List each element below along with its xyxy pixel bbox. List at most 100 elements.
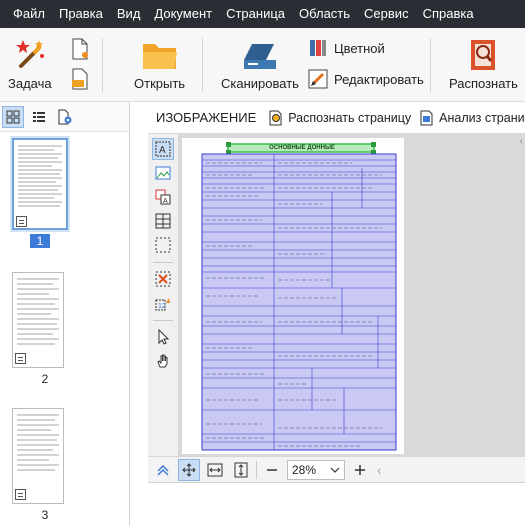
analyze-page-label: Анализ страницы	[439, 110, 525, 125]
edit-image-label: Редактировать	[334, 71, 424, 87]
page-thumbnail[interactable]	[12, 408, 64, 504]
fit-height-button[interactable]	[230, 459, 252, 481]
zoom-select[interactable]: 28%	[287, 459, 345, 480]
hand-icon	[157, 354, 168, 368]
tools-separator	[153, 262, 173, 263]
menu-tools[interactable]: Сервис	[357, 0, 416, 28]
picture-area-icon	[155, 166, 171, 180]
barcode-area-tool[interactable]	[152, 234, 174, 256]
new-document-button[interactable]	[70, 38, 90, 60]
scan-label: Сканировать	[221, 76, 299, 91]
zoom-separator	[256, 460, 257, 479]
image-panel-title: ИЗОБРАЖЕНИЕ	[156, 110, 257, 125]
menu-edit[interactable]: Правка	[52, 0, 110, 28]
delete-area-tool[interactable]	[152, 268, 174, 290]
page-thumbnail[interactable]	[12, 272, 64, 368]
open-button[interactable]: Открыть	[134, 38, 185, 91]
collapse-panel-button[interactable]	[152, 459, 174, 481]
recognize-icon	[471, 40, 496, 70]
delete-area-icon	[155, 271, 171, 287]
image-panel-header: ИЗОБРАЖЕНИЕ Распознать страницу Анализ с…	[148, 102, 525, 134]
menu-document[interactable]: Документ	[147, 0, 219, 28]
select-tool[interactable]	[152, 326, 174, 348]
document-heading: ОСНОВНЫЕ ДОННЫЕ	[269, 145, 335, 151]
minus-icon	[267, 468, 277, 471]
edit-image-icon	[308, 69, 328, 89]
page-settings-icon	[58, 109, 72, 124]
page-text-icon	[15, 353, 26, 364]
zoom-in-button[interactable]	[349, 459, 371, 481]
pages-panel-toolbar	[0, 102, 129, 132]
recognize-page-icon	[269, 110, 282, 125]
page-properties-button[interactable]	[54, 106, 76, 128]
menu-view[interactable]: Вид	[110, 0, 148, 28]
background-picture-tool[interactable]: A	[152, 186, 174, 208]
recognize-button[interactable]: Распознать	[449, 38, 518, 91]
order-areas-tool[interactable]: 12	[152, 292, 174, 314]
svg-text:12: 12	[158, 303, 166, 310]
svg-text:A: A	[163, 198, 168, 205]
image-canvas[interactable]: ОСНОВНЫЕ ДОННЫЕ ‹	[178, 134, 525, 456]
toolbar-separator	[202, 38, 203, 92]
scroll-left-icon[interactable]: ‹	[377, 462, 382, 478]
text-area-tool[interactable]: A	[152, 138, 174, 160]
page-text-icon	[16, 216, 27, 227]
document-page-image: ОСНОВНЫЕ ДОННЫЕ	[182, 138, 404, 454]
text-area-icon: A	[155, 141, 171, 157]
edit-image-button[interactable]: Редактировать	[308, 69, 424, 89]
fit-width-icon	[207, 463, 223, 476]
table-area-tool[interactable]	[152, 210, 174, 232]
recognize-page-label: Распознать страницу	[288, 110, 412, 125]
color-mode-button[interactable]: Цветной	[308, 38, 385, 58]
scan-button[interactable]: Сканировать	[221, 38, 299, 91]
tools-separator	[153, 320, 173, 321]
scroll-right-icon[interactable]: ‹	[520, 136, 523, 147]
export-page-icon	[72, 68, 88, 90]
new-page-icon	[72, 38, 88, 60]
task-button[interactable]: Задача	[8, 38, 52, 91]
document-areas	[201, 142, 397, 451]
scanner-icon	[243, 44, 276, 69]
menu-file[interactable]: Файл	[6, 0, 52, 28]
recognize-label: Распознать	[449, 76, 518, 91]
fit-width-button[interactable]	[204, 459, 226, 481]
open-label: Открыть	[134, 76, 186, 91]
page-number-label: 1	[30, 234, 50, 248]
zoom-out-button[interactable]	[261, 459, 283, 481]
task-label: Задача	[8, 76, 52, 91]
page-thumbnail[interactable]	[12, 138, 68, 230]
toolbar-separator	[430, 38, 431, 92]
zoom-bar: 28% ‹	[148, 456, 525, 482]
analyze-page-button[interactable]: Анализ страницы	[419, 110, 525, 126]
area-frame-icon	[155, 237, 171, 253]
menu-area[interactable]: Область	[292, 0, 357, 28]
cursor-icon	[158, 329, 170, 345]
toolbar-separator	[102, 38, 103, 92]
picture-area-tool[interactable]	[152, 162, 174, 184]
menu-help[interactable]: Справка	[416, 0, 481, 28]
fit-page-button[interactable]	[178, 458, 200, 481]
zoom-panel	[148, 482, 525, 526]
menu-bar: Файл Правка Вид Документ Страница Област…	[0, 0, 525, 28]
image-panel: ИЗОБРАЖЕНИЕ Распознать страницу Анализ с…	[148, 102, 525, 526]
page-text-icon	[15, 489, 26, 500]
analyze-page-icon	[420, 110, 433, 125]
save-document-button[interactable]	[70, 68, 90, 90]
fit-page-icon	[182, 462, 196, 477]
details-view-button[interactable]	[28, 106, 50, 128]
order-areas-icon: 12	[155, 298, 170, 311]
list-icon	[33, 111, 45, 122]
area-tools: A A 12	[148, 134, 178, 456]
thumbnail-view-button[interactable]	[2, 105, 24, 128]
color-palette-icon	[310, 40, 326, 56]
plus-icon	[355, 464, 365, 475]
recognize-page-button[interactable]: Распознать страницу	[268, 110, 411, 126]
menu-page[interactable]: Страница	[219, 0, 292, 28]
table-icon	[155, 213, 171, 229]
chevron-down-icon	[330, 467, 340, 473]
main-toolbar: Задача Открыть Сканировать Цветной Редак…	[0, 28, 525, 102]
fit-height-icon	[234, 462, 248, 477]
hand-tool[interactable]	[152, 350, 174, 372]
chevron-up-double-icon	[157, 464, 169, 476]
color-mode-label: Цветной	[334, 40, 385, 56]
